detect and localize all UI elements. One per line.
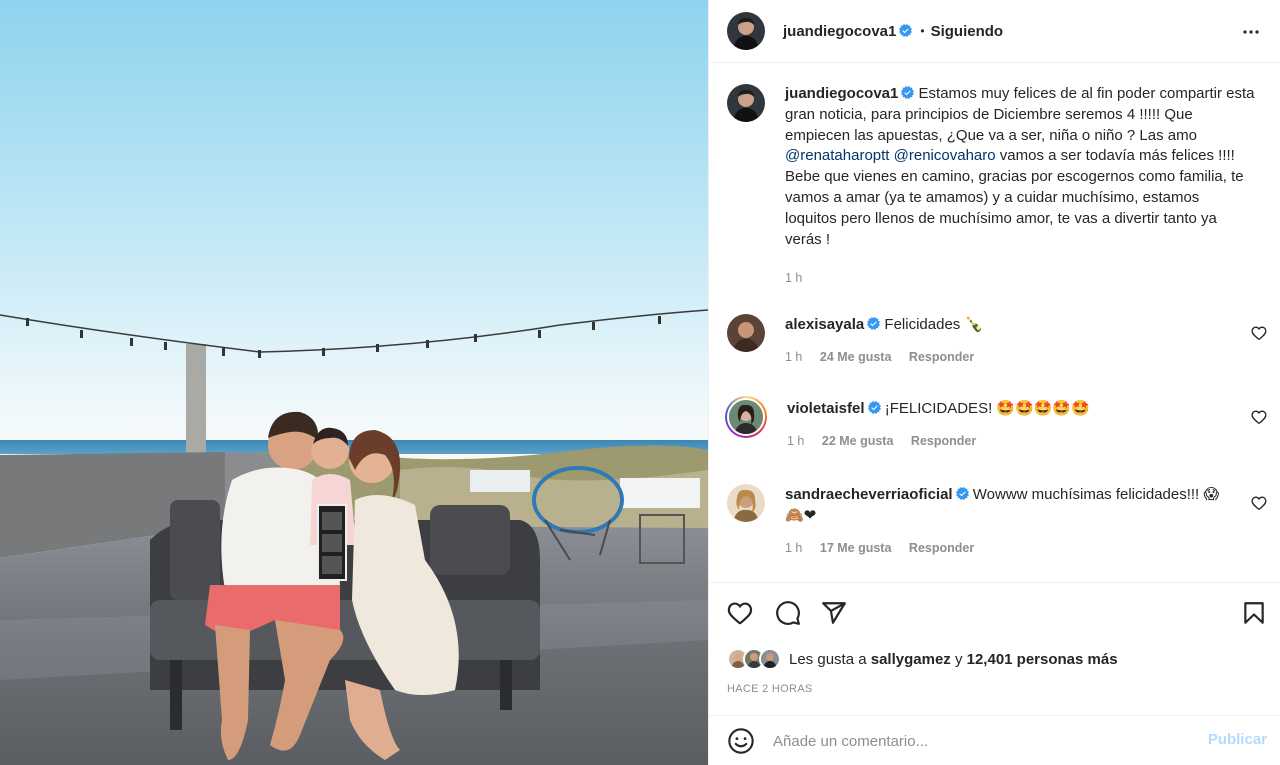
comment-avatar[interactable] xyxy=(727,314,765,352)
liker-avatar-image xyxy=(761,650,779,668)
post-caption: juandiegocova1 Estamos muy felices de al… xyxy=(727,84,1267,250)
story-ring[interactable] xyxy=(725,396,767,438)
comment-meta: 1 h 22 Me gusta Responder xyxy=(787,431,1227,452)
reply-button[interactable]: Responder xyxy=(909,350,974,364)
bookmark-icon[interactable] xyxy=(1241,600,1267,626)
more-icon[interactable] xyxy=(1239,20,1263,44)
publish-button[interactable]: Publicar xyxy=(1208,731,1267,748)
likes-count[interactable]: 12,401 personas más xyxy=(967,651,1118,668)
post-details-panel: juandiegocova1 • Siguiendo juandiegocova… xyxy=(708,0,1280,765)
caption-text: juandiegocova1 Estamos muy felices de al… xyxy=(785,84,1255,250)
likes-conjunction: y xyxy=(950,650,967,668)
verified-badge-icon xyxy=(867,401,881,414)
comment-avatar-image xyxy=(727,484,765,522)
comment-timestamp[interactable]: 1 h xyxy=(785,350,802,364)
emoji-icon[interactable] xyxy=(727,727,755,755)
heart-icon[interactable] xyxy=(1251,495,1267,511)
comment-avatar-image xyxy=(727,314,765,352)
author-username[interactable]: juandiegocova1 xyxy=(783,23,913,40)
caption-author-avatar[interactable] xyxy=(727,84,765,122)
verified-badge-icon xyxy=(955,487,969,500)
comment-item: violetaisfel ¡FELICIDADES! 🤩🤩🤩🤩🤩 1 h 22 … xyxy=(725,396,1267,452)
comment-meta: 1 h 24 Me gusta Responder xyxy=(785,347,1225,368)
comment-icon[interactable] xyxy=(775,600,801,626)
caption-avatar-image xyxy=(727,84,765,122)
reply-button[interactable]: Responder xyxy=(911,434,976,448)
comment-emoji: 🤩🤩🤩🤩🤩 xyxy=(996,399,1090,417)
photo-illustration xyxy=(0,309,708,765)
verified-badge-icon xyxy=(867,317,881,330)
comment-username[interactable]: alexisayala xyxy=(785,316,864,333)
mention-link[interactable]: @renicovaharo xyxy=(894,147,996,164)
heart-icon[interactable] xyxy=(1251,325,1267,341)
comment-item: sandraecheverriaoficial Wowww muchísimas… xyxy=(727,484,1267,559)
author-avatar-image xyxy=(727,12,765,50)
comment-item: alexisayala Felicidades 🍾 1 h 24 Me gust… xyxy=(727,314,1267,368)
comment-like-count[interactable]: 17 Me gusta xyxy=(820,541,892,555)
comment-timestamp[interactable]: 1 h xyxy=(785,541,802,555)
comment-composer: Publicar xyxy=(709,715,1280,765)
caption-author-username[interactable]: juandiegocova1 xyxy=(785,85,898,102)
comment-avatar-image xyxy=(729,400,763,434)
follow-status-button[interactable]: Siguiendo xyxy=(931,23,1004,40)
post-photo[interactable] xyxy=(0,0,708,765)
comment-text: ¡FELICIDADES! xyxy=(884,400,997,417)
comment-avatar[interactable] xyxy=(727,398,765,436)
comment-timestamp[interactable]: 1 h xyxy=(787,434,804,448)
likes-summary: Les gusta a sallygamez y 12,401 personas… xyxy=(727,648,1118,670)
author-avatar[interactable] xyxy=(727,12,765,50)
liker-username[interactable]: sallygamez xyxy=(871,651,951,668)
share-icon[interactable] xyxy=(821,600,847,626)
likes-text: Les gusta a sallygamez y 12,401 personas… xyxy=(789,651,1118,668)
comment-text: Felicidades xyxy=(884,316,965,333)
comment-body: violetaisfel ¡FELICIDADES! 🤩🤩🤩🤩🤩 1 h 22 … xyxy=(787,398,1227,452)
header-separator: • xyxy=(920,24,925,38)
heart-icon[interactable] xyxy=(727,600,753,626)
heart-icon[interactable] xyxy=(1251,409,1267,425)
comment-text: Wowww muchísimas felicidades!!! xyxy=(972,486,1204,503)
verified-badge-icon xyxy=(899,23,913,37)
comment-like-count[interactable]: 24 Me gusta xyxy=(820,350,892,364)
comment-body: sandraecheverriaoficial Wowww muchísimas… xyxy=(785,484,1225,559)
post-actions: Les gusta a sallygamez y 12,401 personas… xyxy=(709,582,1280,765)
likes-prefix: Les gusta a xyxy=(789,650,871,668)
mention-link[interactable]: @renataharoptt xyxy=(785,147,889,164)
author-username-text[interactable]: juandiegocova1 xyxy=(783,23,896,40)
verified-badge-icon xyxy=(901,86,915,99)
post-header: juandiegocova1 • Siguiendo xyxy=(709,0,1280,63)
liker-avatar[interactable] xyxy=(759,648,781,670)
comment-body: alexisayala Felicidades 🍾 1 h 24 Me gust… xyxy=(785,314,1225,368)
comment-input[interactable] xyxy=(773,732,1173,750)
caption-timestamp[interactable]: 1 h xyxy=(785,271,802,285)
post-timestamp[interactable]: HACE 2 HORAS xyxy=(727,683,813,695)
instagram-post-modal: juandiegocova1 • Siguiendo juandiegocova… xyxy=(0,0,1280,765)
comment-like-count[interactable]: 22 Me gusta xyxy=(822,434,894,448)
comment-username[interactable]: sandraecheverriaoficial xyxy=(785,486,953,503)
reply-button[interactable]: Responder xyxy=(909,541,974,555)
comment-avatar[interactable] xyxy=(727,484,765,522)
comment-username[interactable]: violetaisfel xyxy=(787,400,865,417)
comment-meta: 1 h 17 Me gusta Responder xyxy=(785,538,1225,559)
comment-emoji: 🍾 xyxy=(964,315,984,333)
